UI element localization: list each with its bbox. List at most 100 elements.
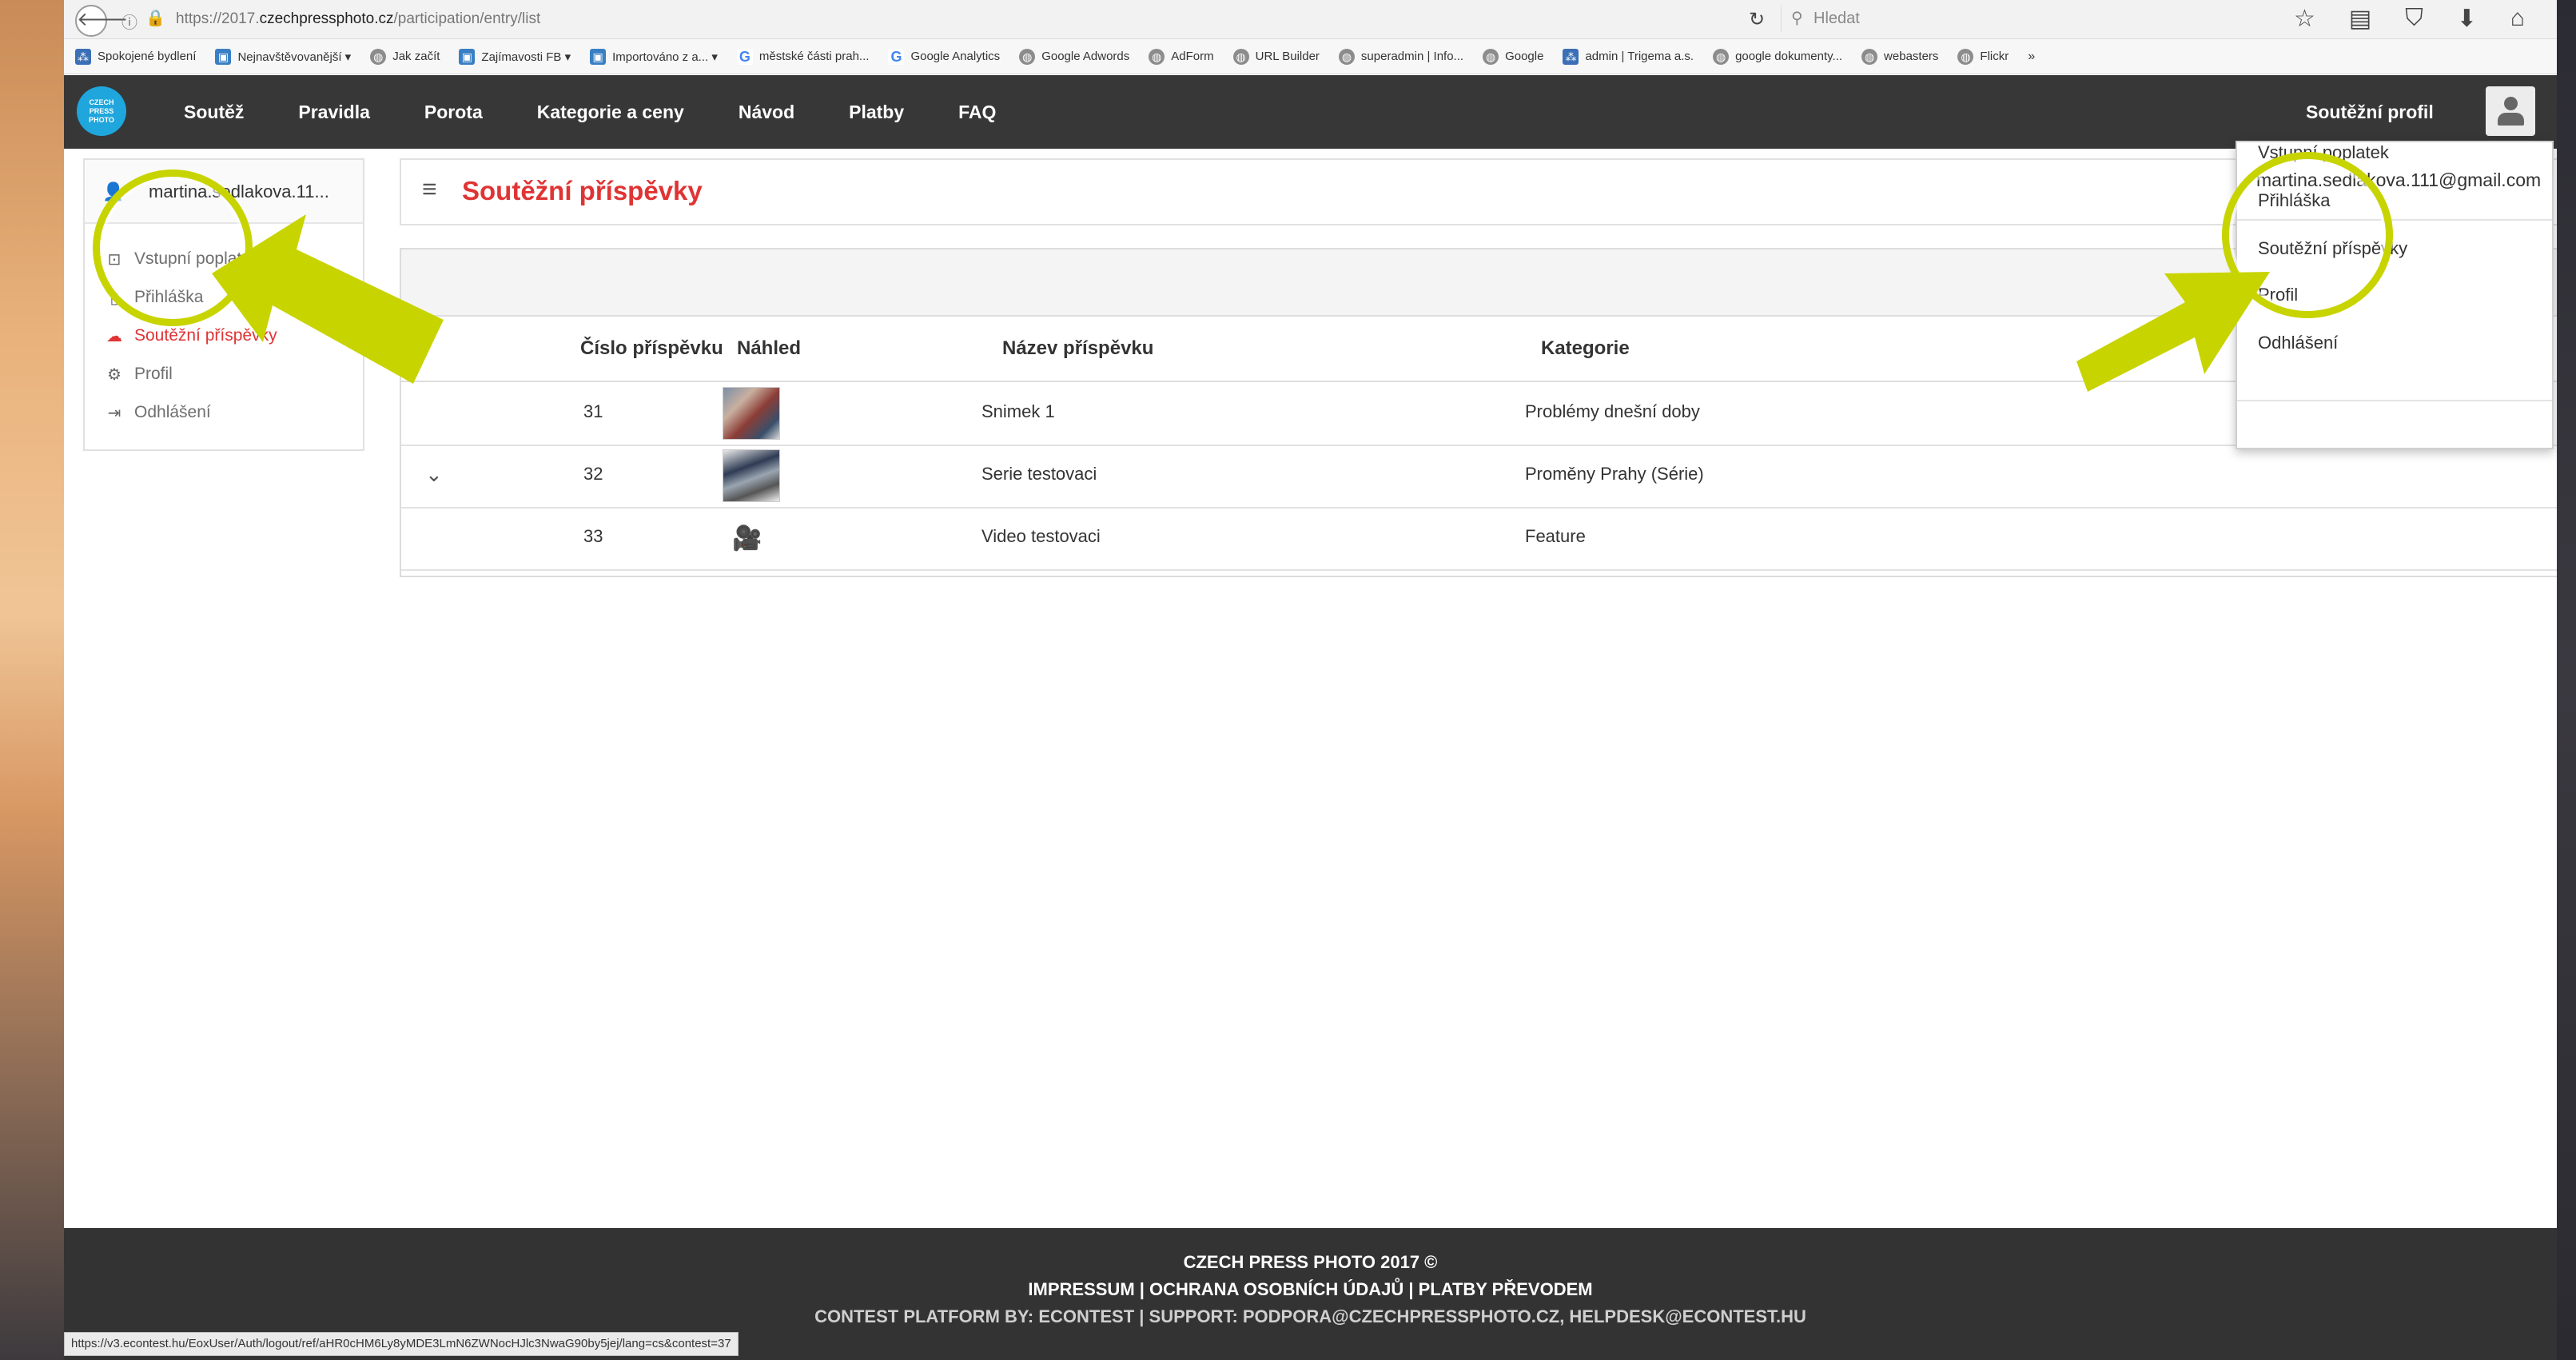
bookmark-label: Jak začít: [392, 50, 440, 63]
entry-category: Problémy dnešní doby: [1525, 401, 1700, 421]
nav-item[interactable]: Návod: [739, 102, 794, 123]
bookmark-label: Google Analytics: [910, 50, 1001, 63]
search-icon: ⚲: [1791, 10, 1803, 27]
download-icon[interactable]: ⬇: [2457, 5, 2477, 33]
bookmark-item[interactable]: ⁂ admin | Trigema a.s.: [1563, 48, 1694, 65]
globe-icon: ◍: [1861, 48, 1878, 65]
bookmark-label: URL Builder: [1255, 50, 1320, 63]
user-menu-button[interactable]: [2486, 86, 2535, 136]
chevron-down-icon[interactable]: ⌄: [425, 462, 443, 487]
google-icon: G: [736, 48, 753, 65]
folder-icon: ▣: [459, 48, 476, 65]
search-input[interactable]: ⚲ Hledat: [1781, 5, 2228, 32]
entry-name: Serie testovaci: [981, 464, 1097, 484]
globe-icon: ◍: [1713, 48, 1730, 65]
bookmark-label: Importováno z a... ▾: [612, 50, 718, 64]
bookmark-label: Google: [1505, 50, 1544, 63]
bookmark-item[interactable]: ◍ Flickr: [1957, 48, 2009, 65]
bookmark-label: admin | Trigema a.s.: [1585, 50, 1694, 63]
annotation-arrow-right: [2076, 272, 2270, 392]
bookmark-label: Google Adwords: [1041, 50, 1130, 63]
address-toolbar: 🡐 ⓘ 🔒 https://2017.czechpressphoto.cz/pa…: [64, 0, 2557, 39]
bookmark-item[interactable]: ◍ Jak začít: [370, 48, 440, 65]
overflow-chevron-icon[interactable]: »: [2028, 50, 2035, 64]
column-name[interactable]: Název příspěvku: [1002, 337, 1153, 360]
folder-icon: ▣: [590, 48, 607, 65]
entry-category: Proměny Prahy (Série): [1525, 464, 1704, 484]
nav-item[interactable]: Pravidla: [298, 102, 370, 123]
user-icon-body: [2498, 113, 2524, 126]
globe-icon: ◍: [1019, 48, 1036, 65]
bookmark-item[interactable]: ◍ Google: [1483, 48, 1544, 65]
bookmark-item[interactable]: Gměstské části prah...: [736, 48, 870, 65]
dropdown-divider: [2237, 400, 2552, 401]
bookmark-item[interactable]: ◍ google dokumenty...: [1713, 48, 1843, 65]
table-row[interactable]: 33🎥Video testovaciFeature◉: [401, 507, 2557, 571]
entry-number: 32: [583, 464, 603, 484]
site-logo[interactable]: CZECH PRESS PHOTO: [77, 86, 126, 136]
bookmark-star-icon[interactable]: ☆: [2294, 5, 2315, 33]
bookmark-item[interactable]: ◍ AdForm: [1149, 48, 1214, 65]
nav-item[interactable]: Platby: [849, 102, 904, 123]
browser-window: 🡐 ⓘ 🔒 https://2017.czechpressphoto.cz/pa…: [64, 0, 2557, 1360]
globe-icon: ◍: [1149, 48, 1165, 65]
nav-item[interactable]: Porota: [424, 102, 483, 123]
nav-item[interactable]: FAQ: [958, 102, 996, 123]
reader-icon[interactable]: ▤: [2349, 5, 2371, 33]
url-path: /participation/entry/list: [393, 10, 541, 27]
gears-icon: ⚙: [107, 365, 121, 384]
page-title: Soutěžní příspěvky: [462, 176, 703, 205]
annotation-arrow-left: [212, 214, 444, 384]
main-menu: Soutěž Pravidla Porota Kategorie a ceny Návo…: [184, 75, 996, 149]
globe-icon: ◍: [1957, 48, 1974, 65]
globe-icon: ◍: [1338, 48, 1355, 65]
column-preview[interactable]: Náhled: [737, 337, 801, 360]
bookmark-item[interactable]: ◍ URL Builder: [1232, 48, 1320, 65]
column-number[interactable]: Číslo příspěvku: [580, 337, 723, 360]
info-icon[interactable]: ⓘ: [121, 10, 137, 33]
url-domain: czechpressphoto.cz: [259, 10, 394, 27]
sidebar-item-label: Odhlášení: [134, 403, 211, 421]
entry-number: 31: [583, 401, 603, 421]
bookmark-label: Flickr: [1980, 50, 2009, 63]
bookmark-label: google dokumenty...: [1735, 50, 1843, 63]
folder-icon: ▣: [215, 48, 232, 65]
back-button[interactable]: 🡐: [75, 5, 128, 37]
home-icon[interactable]: ⌂: [2510, 5, 2525, 33]
footer-links[interactable]: IMPRESSUM | OCHRANA OSOBNÍCH ÚDAJŮ | PLA…: [64, 1279, 2557, 1300]
bookmark-label: superadmin | Info...: [1360, 50, 1464, 63]
nav-item[interactable]: Kategorie a ceny: [537, 102, 684, 123]
search-placeholder: Hledat: [1814, 10, 1860, 27]
bookmark-item[interactable]: ▣ Zajímavosti FB ▾: [459, 48, 571, 65]
bookmark-label: městské části prah...: [758, 50, 870, 63]
reload-icon[interactable]: ↻: [1749, 8, 1765, 31]
google-icon: G: [888, 48, 905, 65]
bookmark-item[interactable]: ▣ Importováno z a... ▾: [590, 48, 718, 65]
bookmark-item[interactable]: G Google Analytics: [888, 48, 1001, 65]
site-navbar: CZECH PRESS PHOTO Soutěž Pravidla Porota Ka…: [64, 75, 2557, 149]
nav-profile-link[interactable]: Soutěžní profil: [2306, 75, 2434, 149]
nav-item[interactable]: Soutěž: [184, 102, 244, 123]
bookmark-item[interactable]: ◍ Google Adwords: [1019, 48, 1130, 65]
bookmark-label: webasters: [1884, 50, 1939, 63]
bookmark-item[interactable]: ◍ superadmin | Info...: [1338, 48, 1464, 65]
bookmark-item[interactable]: ▣ Nejnavštěvovanější ▾: [215, 48, 351, 65]
globe-icon: ◍: [370, 48, 387, 65]
pocket-icon[interactable]: ⛉: [2405, 5, 2423, 33]
bookmark-label: Zajímavosti FB ▾: [481, 50, 571, 64]
table-row[interactable]: ⌄32Serie testovaciProměny Prahy (Série)◉: [401, 445, 2557, 509]
footer-copyright: CZECH PRESS PHOTO 2017 ©: [1183, 1252, 1438, 1272]
thumbnail-image[interactable]: [723, 449, 780, 502]
bookmark-item[interactable]: ◍ webasters: [1861, 48, 1939, 65]
column-category[interactable]: Kategorie: [1541, 337, 1630, 360]
url-field[interactable]: https://2017.czechpressphoto.cz/particip…: [176, 10, 540, 28]
browser-tools: ☆ ▤ ⛉ ⬇ ⌂ ≡: [2294, 5, 2557, 33]
entry-category: Feature: [1525, 526, 1586, 546]
network-icon: ⁂: [1563, 48, 1579, 65]
thumbnail-image[interactable]: [723, 387, 780, 440]
user-icon: [2504, 97, 2518, 110]
globe-icon: ◍: [1483, 48, 1499, 65]
bookmark-item[interactable]: ⁂ Spokojené bydlení: [75, 48, 196, 65]
status-bar-url: https://v3.econtest.hu/EoxUser/Auth/logo…: [64, 1332, 739, 1356]
lock-icon: 🔒: [145, 10, 165, 27]
